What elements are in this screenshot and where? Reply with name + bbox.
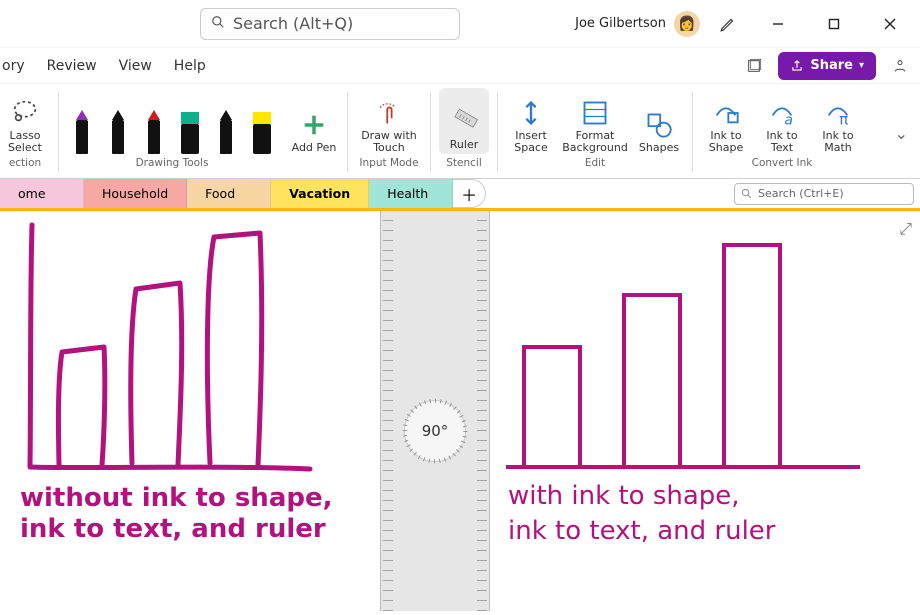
global-search-input[interactable]: Search (Alt+Q) [200,8,460,40]
pen-pen-red[interactable] [139,104,169,154]
chevron-down-icon: ▾ [859,60,864,71]
pen-marker-purple[interactable] [67,104,97,154]
caption-right-line1: with ink to shape, [508,479,776,514]
insert-space-label: Insert Space [506,130,556,154]
svg-text:a: a [784,112,793,126]
maximize-button[interactable] [812,8,856,40]
expand-icon[interactable]: ⤢ [899,219,912,239]
search-placeholder-text: Search (Alt+Q) [233,14,353,33]
caption-clean: with ink to shape, ink to text, and rule… [508,479,776,549]
caption-left-line1: without ink to shape, [20,483,332,514]
avatar: 👩 [674,11,700,37]
format-background-button[interactable]: Format Background [562,88,628,154]
chart-hand-drawn [14,217,324,475]
ink-to-math-button[interactable]: π Ink to Math [813,88,863,154]
ruler-stencil[interactable]: 90° [380,211,490,611]
menu-bar: ory Review View Help Share ▾ [0,48,920,84]
ribbon-group-label-selection: ection [9,157,41,169]
menu-item-review[interactable]: Review [45,54,99,78]
pen-mode-icon[interactable] [712,8,744,40]
caption-right-line2: ink to text, and ruler [508,514,776,549]
add-pen-label: Add Pen [292,142,337,154]
ink-to-text-button[interactable]: a Ink to Text [757,88,807,154]
close-button[interactable] [868,8,912,40]
svg-text:π: π [839,110,848,126]
page-search-placeholder: Search (Ctrl+E) [758,187,844,200]
collapse-ribbon-icon[interactable]: ⌄ [895,124,912,143]
note-canvas[interactable]: ⤢ 90° without ink to shape, ink to text,… [0,211,920,611]
present-icon[interactable] [886,52,914,80]
section-tab-health[interactable]: Health [369,179,453,208]
ink-to-text-label: Ink to Text [757,130,807,154]
format-bg-label: Format Background [562,130,628,154]
share-button[interactable]: Share ▾ [778,52,876,80]
ribbon-group-label-input: Input Mode [359,157,418,169]
ink-to-shape-label: Ink to Shape [701,130,751,154]
menu-item-view[interactable]: View [117,54,154,78]
pen-pen-black[interactable] [103,104,133,154]
pen-highlighter-green[interactable] [175,104,205,154]
ink-to-shape-button[interactable]: Ink to Shape [701,88,751,154]
ribbon-group-label-convert: Convert Ink [752,157,813,169]
section-tab-food[interactable]: Food [187,179,271,208]
ribbon-group-label-stencil: Stencil [446,157,482,169]
share-label: Share [810,58,853,73]
ink-to-math-label: Ink to Math [813,130,863,154]
section-tabs: omeHouseholdFoodVacationHealth ＋ Search … [0,179,920,211]
section-tab-vacation[interactable]: Vacation [271,179,369,208]
user-name: Joe Gilbertson [575,16,666,31]
draw-with-touch-button[interactable]: Draw with Touch [356,88,422,154]
shapes-button[interactable]: Shapes [634,88,684,154]
section-tab-ome[interactable]: ome [0,179,84,208]
ribbon-group-label-drawing: Drawing Tools [136,157,209,169]
lasso-label: Lasso Select [0,130,50,154]
ribbon-group-label-edit: Edit [585,157,605,169]
caption-hand-drawn: without ink to shape, ink to text, and r… [20,483,332,545]
caption-left-line2: ink to text, and ruler [20,514,332,545]
page-search-input[interactable]: Search (Ctrl+E) [734,183,914,205]
search-icon [211,14,225,33]
fullscreen-reading-icon[interactable] [740,52,768,80]
insert-space-button[interactable]: Insert Space [506,88,556,154]
section-tab-household[interactable]: Household [84,179,187,208]
ribbon: Lasso Select ection Drawing Tools Add Pe… [0,84,920,179]
ruler-angle-dial[interactable]: 90° [405,401,465,461]
pen-highlighter-yellow[interactable] [247,104,277,154]
ruler-angle-value: 90° [422,422,449,440]
ruler-button[interactable]: Ruler [439,88,489,154]
account-button[interactable]: Joe Gilbertson 👩 [575,11,700,37]
lasso-select-tool[interactable]: Lasso Select [0,88,50,154]
pen-gallery[interactable] [67,88,277,154]
minimize-button[interactable] [756,8,800,40]
chart-ink-to-shape [500,217,870,475]
pen-pen-black2[interactable] [211,104,241,154]
draw-touch-label: Draw with Touch [356,130,422,154]
add-section-button[interactable]: ＋ [452,179,486,208]
title-bar: Search (Alt+Q) Joe Gilbertson 👩 [0,0,920,48]
menu-item-history[interactable]: ory [0,54,27,78]
ruler-label: Ruler [450,139,478,151]
menu-item-help[interactable]: Help [172,54,208,78]
shapes-label: Shapes [639,142,679,154]
add-pen-button[interactable]: Add Pen [289,88,339,154]
